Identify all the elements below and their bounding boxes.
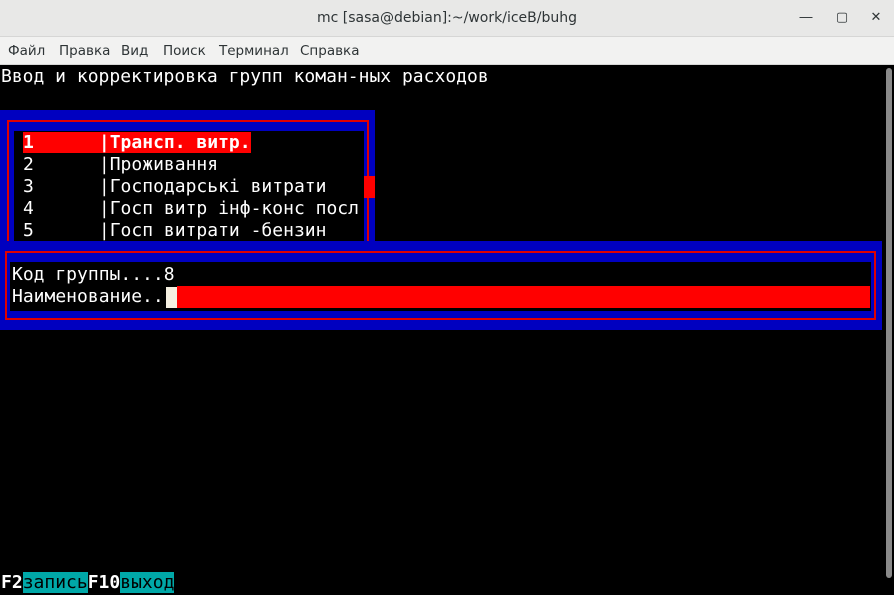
menu-view[interactable]: Вид — [121, 43, 148, 59]
name-input[interactable] — [177, 286, 870, 308]
fkey-f10[interactable]: F10 — [88, 572, 121, 593]
list-item[interactable]: 4 |Госп витр інф-конс посл — [23, 198, 359, 220]
close-icon[interactable]: ✕ — [867, 9, 885, 27]
screen-heading: Ввод и корректировка групп коман-ных рас… — [1, 66, 489, 87]
list-item-sep: | — [98, 154, 110, 175]
list-item-num: 5 — [23, 220, 34, 241]
list-item[interactable]: 3 |Господарські витрати — [23, 176, 326, 198]
terminal-area[interactable]: Ввод и корректировка групп коман-ных рас… — [0, 65, 894, 595]
list-item-name: Госп витрати -бензин — [109, 220, 327, 241]
list-item-sep: | — [98, 220, 110, 241]
menu-file[interactable]: Файл — [8, 43, 45, 59]
code-field-row[interactable]: Код группы....8 — [12, 264, 175, 286]
menu-search[interactable]: Поиск — [163, 43, 206, 59]
menu-help[interactable]: Справка — [300, 43, 359, 59]
list-item-selected[interactable]: 1 |Трансп. витр. — [23, 132, 251, 154]
menubar: Файл Правка Вид Поиск Терминал Справка — [0, 37, 894, 65]
code-label: Код группы.... — [12, 264, 164, 285]
function-key-bar: F2записьF10выход — [1, 572, 175, 594]
list-item-sep: | — [98, 132, 110, 153]
list-scroll-indicator[interactable] — [364, 176, 375, 198]
text-cursor — [166, 287, 177, 308]
fkey-f10-label[interactable]: выход — [120, 572, 175, 593]
list-item-num: 4 — [23, 198, 34, 219]
list-item-num: 3 — [23, 176, 34, 197]
terminal-scrollbar[interactable] — [884, 65, 894, 595]
list-item-num: 2 — [23, 154, 34, 175]
menu-terminal[interactable]: Терминал — [219, 43, 289, 59]
window-titlebar: mc [sasa@debian]:~/work/iceB/buhg ― ▢ ✕ — [0, 0, 894, 37]
list-item-sep: | — [98, 176, 110, 197]
scrollbar-thumb[interactable] — [886, 68, 892, 578]
list-item-sep: | — [98, 198, 110, 219]
window-title: mc [sasa@debian]:~/work/iceB/buhg — [317, 10, 577, 26]
maximize-icon[interactable]: ▢ — [833, 9, 851, 27]
name-label: Наименование.. — [12, 286, 164, 307]
list-item-name: Трансп. витр. — [109, 132, 251, 153]
list-item-name: Проживання — [109, 154, 219, 175]
list-item-name: Господарські витрати — [109, 176, 327, 197]
fkey-f2-label[interactable]: запись — [22, 572, 88, 593]
minimize-icon[interactable]: ― — [797, 9, 815, 27]
list-item-name: Госп витр інф-конс посл — [109, 198, 359, 219]
menu-edit[interactable]: Правка — [59, 43, 110, 59]
fkey-f2[interactable]: F2 — [1, 572, 23, 593]
list-item[interactable]: 2 |Проживання — [23, 154, 218, 176]
list-item-num: 1 — [23, 132, 34, 153]
list-item[interactable]: 5 |Госп витрати -бензин — [23, 220, 326, 242]
code-value[interactable]: 8 — [164, 264, 175, 285]
